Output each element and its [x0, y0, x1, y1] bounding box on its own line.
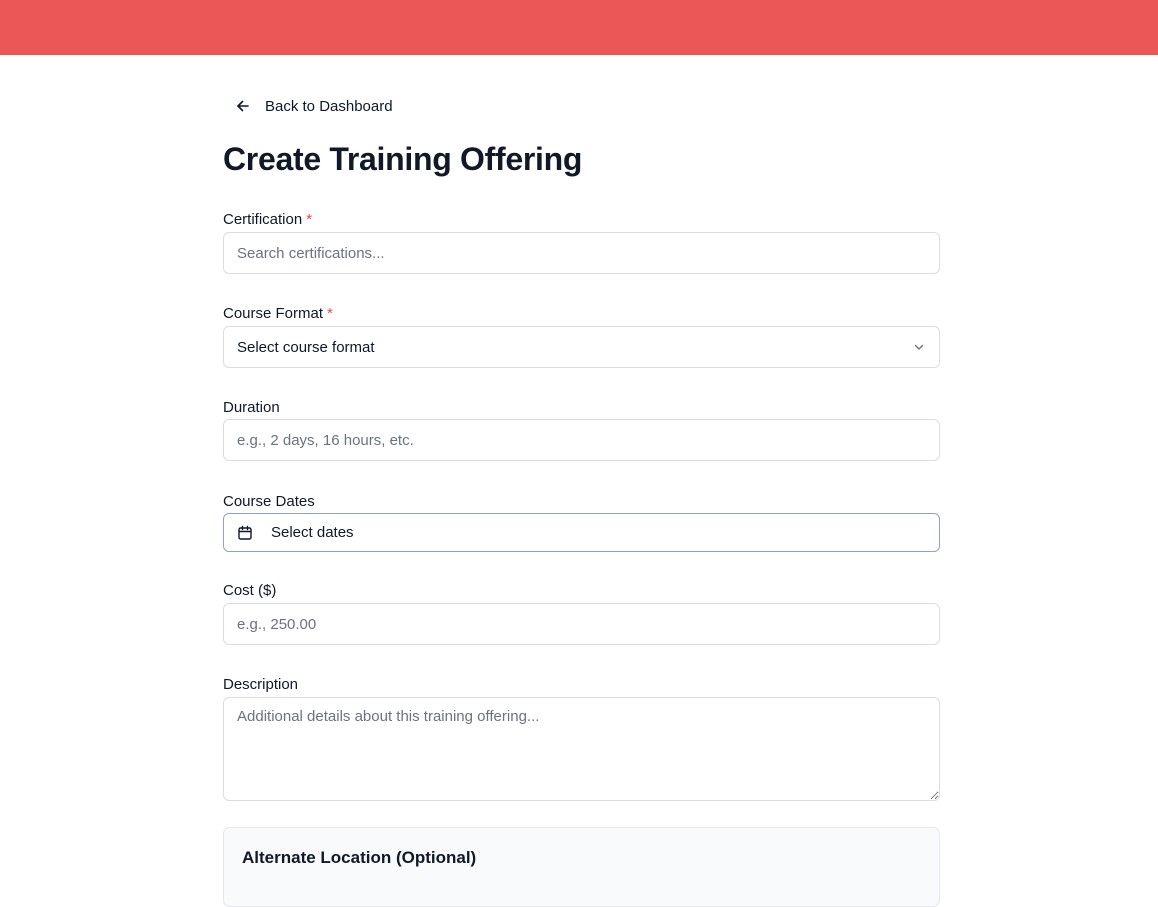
description-textarea[interactable]	[223, 697, 940, 801]
duration-input[interactable]	[223, 419, 940, 461]
arrow-left-icon	[235, 98, 251, 114]
certification-label-text: Certification	[223, 211, 303, 228]
duration-label: Duration	[223, 399, 280, 416]
course-dates-label: Course Dates	[223, 493, 315, 510]
course-format-label: Course Format *	[223, 305, 333, 322]
cost-label-text: Cost ($)	[223, 582, 277, 599]
course-dates-label-text: Course Dates	[223, 493, 315, 510]
description-label-text: Description	[223, 676, 299, 693]
course-format-select[interactable]: Select course format	[223, 326, 940, 368]
alternate-location-section: Alternate Location (Optional)	[223, 827, 940, 907]
select-dates-button[interactable]: Select dates	[223, 513, 940, 552]
alternate-location-title: Alternate Location (Optional)	[242, 848, 477, 867]
select-dates-text: Select dates	[271, 524, 354, 541]
cost-label: Cost ($)	[223, 582, 276, 599]
top-bar	[0, 0, 1158, 55]
course-format-selected-value: Select course format	[237, 338, 375, 356]
duration-label-text: Duration	[223, 399, 280, 416]
calendar-icon	[237, 525, 253, 541]
required-marker: *	[306, 211, 313, 228]
description-label: Description	[223, 676, 298, 693]
certification-label: Certification *	[223, 211, 312, 228]
course-format-label-text: Course Format	[223, 305, 324, 322]
certification-search-input[interactable]	[223, 232, 940, 274]
page-title: Create Training Offering	[223, 141, 583, 177]
back-to-dashboard-link[interactable]: Back to Dashboard	[235, 95, 393, 117]
back-link-label: Back to Dashboard	[265, 97, 393, 115]
chevron-down-icon	[912, 340, 926, 354]
cost-input[interactable]	[223, 603, 940, 645]
required-marker: *	[327, 305, 333, 322]
